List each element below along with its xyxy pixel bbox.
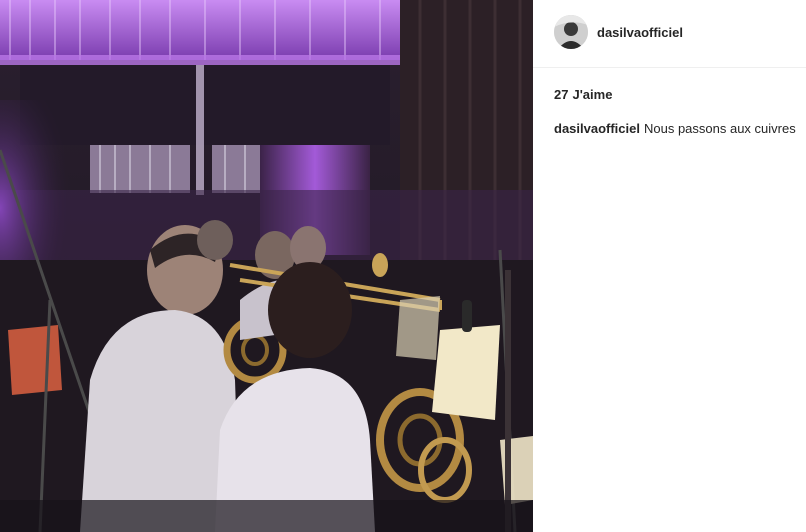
caption-text: Nous passons aux cuivres [643, 121, 796, 136]
likes-number: 27 [554, 87, 569, 102]
likes-count[interactable]: 27 J'aime [554, 87, 612, 102]
photo-image [0, 0, 533, 532]
caption-username-link[interactable]: dasilvaofficiel [554, 121, 640, 136]
author-username-link[interactable]: dasilvaofficiel [597, 25, 683, 40]
instagram-post: dasilvaofficiel 27 J'aime dasilvaofficiel… [0, 0, 806, 532]
likes-label: J'aime [572, 87, 613, 102]
post-info-panel: dasilvaofficiel 27 J'aime dasilvaofficiel… [533, 0, 806, 532]
post-caption: dasilvaofficiel Nous passons aux cuivres [554, 121, 799, 136]
avatar-icon[interactable] [554, 15, 588, 49]
post-header: dasilvaofficiel [533, 0, 806, 68]
post-photo[interactable] [0, 0, 533, 532]
